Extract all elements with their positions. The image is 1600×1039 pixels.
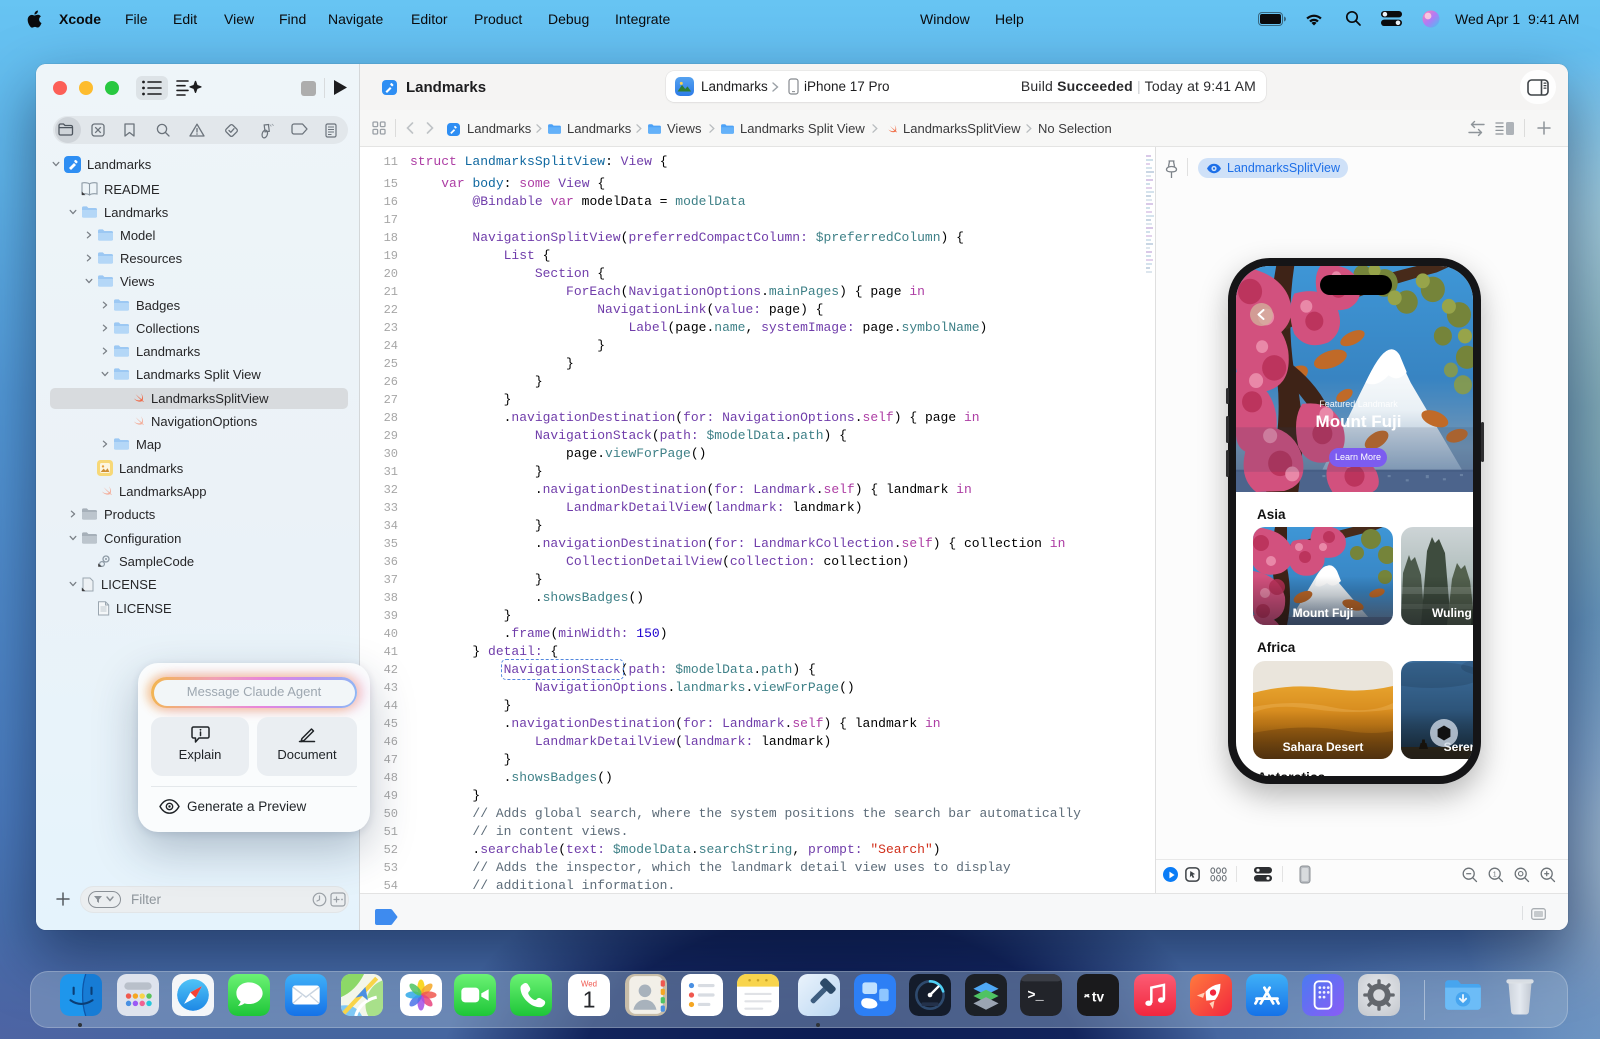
svg-text:1: 1 bbox=[1493, 871, 1497, 878]
svg-text:>_: >_ bbox=[1027, 989, 1044, 1004]
svg-text:1: 1 bbox=[583, 987, 596, 1013]
svg-text:tv: tv bbox=[1092, 989, 1105, 1004]
